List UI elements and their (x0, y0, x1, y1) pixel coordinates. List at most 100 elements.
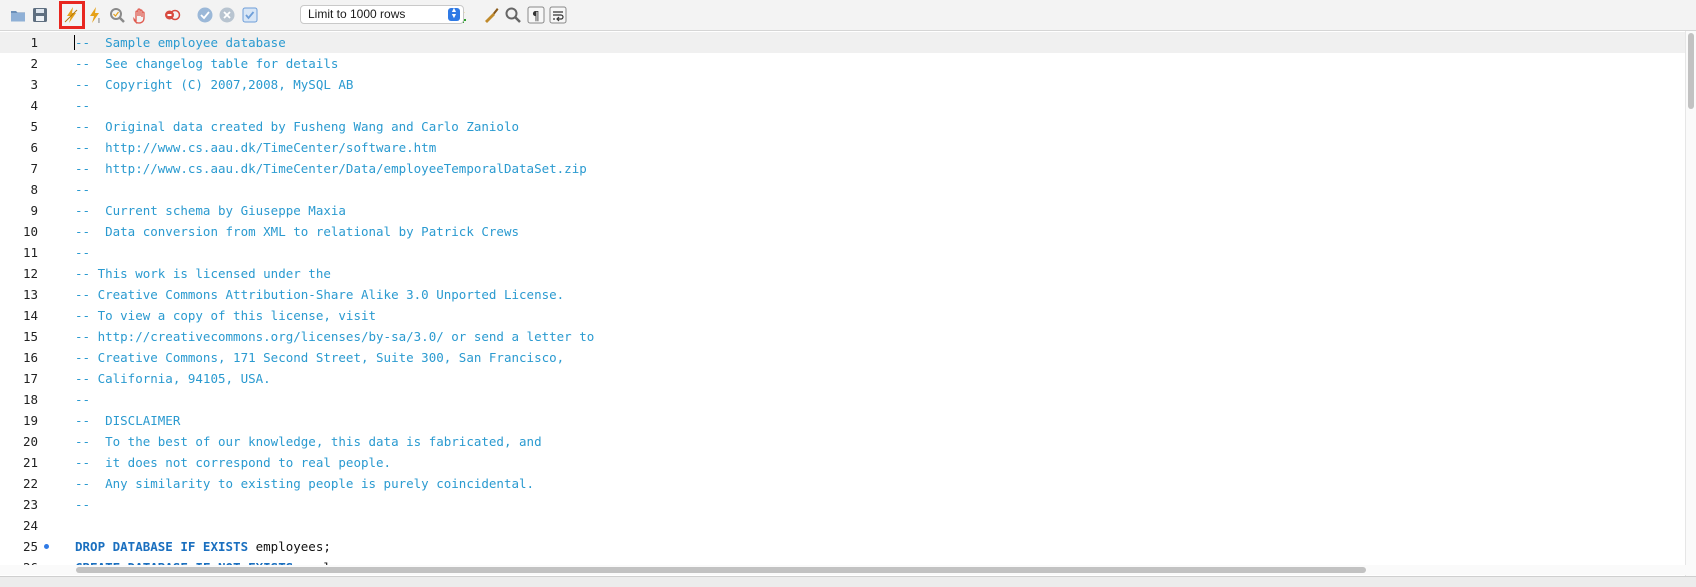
autocommit-icon (242, 7, 258, 23)
sql-comment: -- See changelog table for details (75, 56, 339, 71)
editor-line[interactable]: 14 -- To view a copy of this license, vis… (0, 305, 1686, 326)
line-number: 9 (30, 203, 38, 218)
line-number: 25 (22, 539, 38, 554)
horizontal-scrollbar[interactable] (0, 565, 1686, 575)
sql-comment: -- To view a copy of this license, visit (75, 308, 377, 323)
line-number: 15 (22, 329, 38, 344)
editor-line[interactable]: 23 -- (0, 494, 1686, 515)
editor-line[interactable]: 22 -- Any similarity to existing people i… (0, 473, 1686, 494)
sql-comment: -- Current schema by Giuseppe Maxia (75, 203, 346, 218)
editor-line[interactable]: 10 -- Data conversion from XML to relatio… (0, 221, 1686, 242)
explain-button[interactable] (107, 5, 127, 25)
line-number: 24 (22, 518, 38, 533)
sql-identifier: employees; (248, 539, 331, 554)
editor-line[interactable]: 4 -- (0, 95, 1686, 116)
editor-line[interactable]: 5 -- Original data created by Fusheng Wan… (0, 116, 1686, 137)
find-button[interactable] (503, 5, 523, 25)
line-number: 8 (30, 182, 38, 197)
sql-comment: -- To the best of our knowledge, this da… (75, 434, 542, 449)
beautify-button[interactable] (481, 5, 501, 25)
line-number: 3 (30, 77, 38, 92)
sql-comment: -- This work is licensed under the (75, 266, 331, 281)
editor-line[interactable]: 1 -- Sample employee database (0, 32, 1686, 53)
invisible-chars-button[interactable]: ¶ (526, 5, 546, 25)
editor-line[interactable]: 25 DROP DATABASE IF EXISTS employees; (0, 536, 1686, 557)
sql-editor[interactable]: 1 -- Sample employee database 2 -- See chan… (0, 31, 1686, 576)
word-wrap-icon (549, 6, 567, 24)
editor-line[interactable]: 3 -- Copyright (C) 2007,2008, MySQL AB (0, 74, 1686, 95)
line-number: 21 (22, 455, 38, 470)
line-number: 13 (22, 287, 38, 302)
editor-line[interactable]: 20 -- To the best of our knowledge, this … (0, 431, 1686, 452)
sql-comment: -- it does not correspond to real people… (75, 455, 392, 470)
open-file-button[interactable] (8, 5, 28, 25)
text-caret (74, 35, 75, 50)
sql-comment: -- http://www.cs.aau.dk/TimeCenter/Data/… (75, 161, 587, 176)
editor-line[interactable]: 6 -- http://www.cs.aau.dk/TimeCenter/soft… (0, 137, 1686, 158)
save-file-button[interactable] (30, 5, 50, 25)
line-number: 16 (22, 350, 38, 365)
editor-line[interactable]: 13 -- Creative Commons Attribution-Share … (0, 284, 1686, 305)
stop-icon (133, 8, 145, 24)
sql-comment: -- Creative Commons Attribution-Share Al… (75, 287, 565, 302)
open-file-icon (11, 11, 25, 22)
sql-comment: -- (75, 392, 91, 407)
sql-comment: -- Data conversion from XML to relationa… (75, 224, 520, 239)
rollback-icon (219, 7, 235, 23)
save-file-icon (33, 8, 47, 22)
commit-icon (197, 7, 213, 23)
editor-line[interactable]: 18 -- (0, 389, 1686, 410)
editor-line[interactable]: 15 -- http://creativecommons.org/licenses… (0, 326, 1686, 347)
line-number: 17 (22, 371, 38, 386)
sql-comment: -- DISCLAIMER (75, 413, 181, 428)
editor-line[interactable]: 9 -- Current schema by Giuseppe Maxia (0, 200, 1686, 221)
editor-line[interactable]: 24 (0, 515, 1686, 536)
select-stepper-icon: ▲ ▼ (448, 7, 460, 21)
beautify-icon (485, 8, 499, 23)
line-number: 23 (22, 497, 38, 512)
line-number: 19 (22, 413, 38, 428)
toggle-errors-icon (165, 9, 181, 21)
editor-line[interactable]: 2 -- See changelog table for details (0, 53, 1686, 74)
sql-comment: -- http://www.cs.aau.dk/TimeCenter/softw… (75, 140, 437, 155)
sql-keyword: DROP DATABASE IF EXISTS (75, 539, 249, 554)
horizontal-scroll-thumb[interactable] (76, 567, 1366, 573)
line-number: 5 (30, 119, 38, 134)
vertical-scroll-thumb[interactable] (1688, 33, 1694, 109)
word-wrap-button[interactable] (548, 5, 568, 25)
line-number: 2 (30, 56, 38, 71)
execute-script-button[interactable] (59, 1, 85, 29)
sql-comment: -- Sample employee database (75, 35, 286, 50)
editor-toolbar: I ¶ Limit to 1000 rows ▲ ▼ (0, 0, 1696, 31)
sql-comment: -- (75, 497, 91, 512)
sql-comment: -- Original data created by Fusheng Wang… (75, 119, 520, 134)
autocommit-button[interactable] (240, 5, 260, 25)
statement-marker-icon (44, 544, 49, 549)
commit-button[interactable] (195, 5, 215, 25)
svg-text:I: I (98, 18, 100, 24)
line-number: 18 (22, 392, 38, 407)
stop-button[interactable] (129, 5, 149, 25)
editor-line[interactable]: 17 -- California, 94105, USA. (0, 368, 1686, 389)
rollback-button[interactable] (217, 5, 237, 25)
line-number: 7 (30, 161, 38, 176)
line-number: 10 (22, 224, 38, 239)
editor-line[interactable]: 7 -- http://www.cs.aau.dk/TimeCenter/Data… (0, 158, 1686, 179)
explain-icon (110, 8, 125, 23)
editor-line[interactable]: 19 -- DISCLAIMER (0, 410, 1686, 431)
vertical-scrollbar[interactable] (1685, 31, 1696, 576)
toggle-errors-button[interactable] (162, 5, 182, 25)
editor-line[interactable]: 8 -- (0, 179, 1686, 200)
sql-comment: -- http://creativecommons.org/licenses/b… (75, 329, 595, 344)
editor-line[interactable]: 21 -- it does not correspond to real peop… (0, 452, 1686, 473)
svg-text:¶: ¶ (532, 9, 540, 23)
line-number: 20 (22, 434, 38, 449)
editor-line[interactable]: 11 -- (0, 242, 1686, 263)
line-number: 12 (22, 266, 38, 281)
execute-current-statement-icon: I (90, 7, 100, 24)
execute-current-statement-button[interactable]: I (85, 5, 105, 25)
editor-line[interactable]: 12 -- This work is licensed under the (0, 263, 1686, 284)
limit-rows-value: Limit to 1000 rows (308, 7, 406, 21)
editor-line[interactable]: 16 -- Creative Commons, 171 Second Street… (0, 347, 1686, 368)
limit-rows-select[interactable]: Limit to 1000 rows ▲ ▼ (300, 5, 464, 24)
